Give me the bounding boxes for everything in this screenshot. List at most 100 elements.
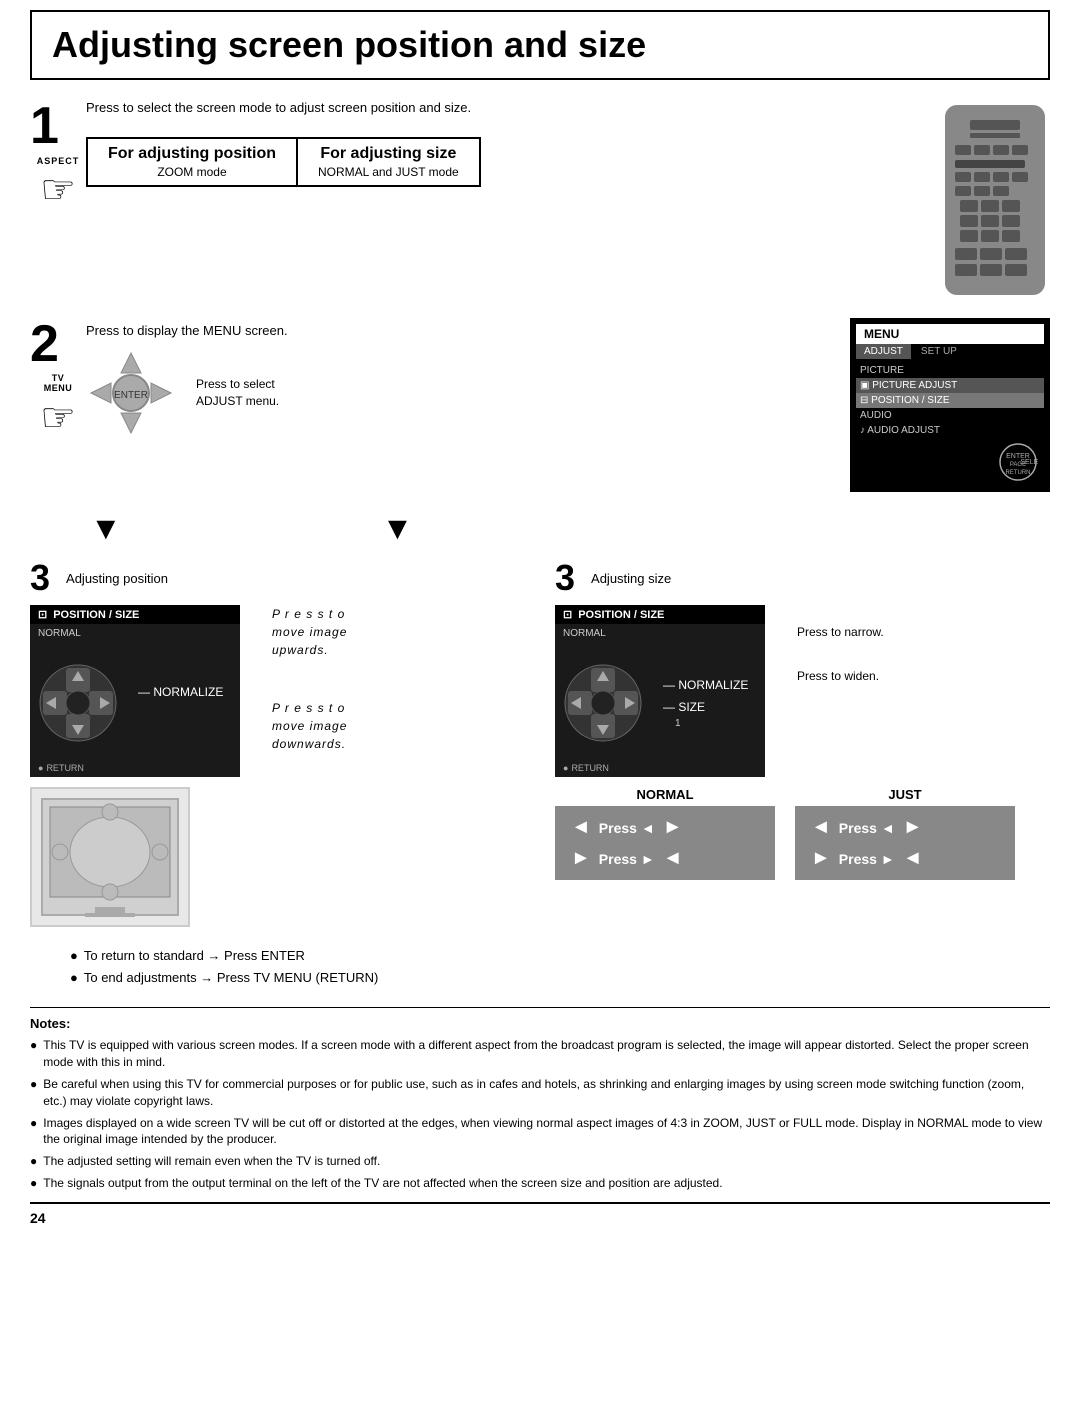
normal-label: NORMAL xyxy=(555,787,775,802)
position-screen: ⊡ POSITION / SIZE NORMAL xyxy=(30,605,240,777)
position-screen-header: ⊡ POSITION / SIZE xyxy=(30,605,240,624)
tips-section: ● To return to standard → Press ENTER ● … xyxy=(70,947,1050,987)
menu-tab-adjust: ADJUST xyxy=(856,344,911,359)
tip-1: ● To return to standard → Press ENTER xyxy=(70,947,1050,965)
normal-just-row: NORMAL ◄ Press ◄ ► ► Press ► ◄ xyxy=(555,787,1050,880)
menu-controls: ENTER PAGE RETURN SELECT xyxy=(856,438,1044,486)
step3-size-number: 3 xyxy=(555,557,575,599)
step-2-number: 2 xyxy=(30,318,70,370)
size-dpad-icon xyxy=(563,663,643,743)
position-screen-title: ⊡ xyxy=(38,608,47,621)
svg-text:RETURN: RETURN xyxy=(1006,470,1031,476)
page-title: Adjusting screen position and size xyxy=(52,24,1028,66)
remote-image xyxy=(940,100,1050,300)
page-number: 24 xyxy=(30,1210,46,1226)
step-2-content: Press to display the MENU screen. ENTER xyxy=(86,318,1050,492)
step2-middle: Press to display the MENU screen. ENTER xyxy=(86,318,830,438)
note-bullet-4: ● xyxy=(30,1153,37,1170)
size-label: — SIZE xyxy=(663,700,748,714)
press-text-1: Press ◄ xyxy=(599,820,655,836)
note-3: ● Images displayed on a wide screen TV w… xyxy=(30,1115,1050,1149)
just-col: JUST ◄ Press ◄ ► ► Press ► ◄ xyxy=(795,787,1015,880)
step3-size-col: 3 Adjusting size ⊡ POSITION / SIZE NORMA… xyxy=(555,557,1050,880)
note-5: ● The signals output from the output ter… xyxy=(30,1175,1050,1192)
step3-size-body: ⊡ POSITION / SIZE NORMAL xyxy=(555,605,1050,777)
press-text-4: Press ► xyxy=(839,851,895,867)
dpad-icon: ENTER xyxy=(86,348,176,438)
select-adjust-label: Press to select ADJUST menu. xyxy=(196,376,279,410)
note-bullet-3: ● xyxy=(30,1115,37,1149)
step3-position-label: Adjusting position xyxy=(66,571,168,586)
note-text-3: Images displayed on a wide screen TV wil… xyxy=(43,1115,1050,1149)
notes-section: Notes: ● This TV is equipped with variou… xyxy=(30,1007,1050,1191)
arrow-left-4: ◄ xyxy=(903,847,923,870)
select-adjust-text: Press to select ADJUST menu. xyxy=(196,377,279,408)
just-label: JUST xyxy=(795,787,1015,802)
menu-tab-setup: SET UP xyxy=(913,344,965,359)
size-screen-body: — NORMALIZE — SIZE 1 xyxy=(555,643,765,763)
note-2: ● Be careful when using this TV for comm… xyxy=(30,1076,1050,1110)
tip-bullet-2: ● xyxy=(70,969,78,987)
menu-item-audio: AUDIO xyxy=(856,408,1044,423)
notes-title: Notes: xyxy=(30,1016,1050,1031)
position-mode-sub: ZOOM mode xyxy=(108,165,276,179)
size-screen-icon: ⊡ xyxy=(563,608,572,621)
size-mode-box: For adjusting size NORMAL and JUST mode xyxy=(298,137,481,187)
step3-position-head: 3 Adjusting position xyxy=(30,557,525,599)
step3-position-body: ⊡ POSITION / SIZE NORMAL xyxy=(30,605,525,777)
normalize-label: — NORMALIZE xyxy=(138,685,223,699)
note-4: ● The adjusted setting will remain even … xyxy=(30,1153,1050,1170)
tip-text-2: To end adjustments → Press TV MENU (RETU… xyxy=(84,969,379,987)
arrow-left-2: ◄ xyxy=(663,847,683,870)
arrow-right-3: ► xyxy=(903,816,923,839)
hand-press-icon-2: ☞ xyxy=(40,398,76,438)
svg-text:ENTER: ENTER xyxy=(114,390,148,401)
screen-item-normal: NORMAL xyxy=(30,624,240,643)
menu-screen: MENU ADJUST SET UP PICTURE ▣ PICTURE ADJ… xyxy=(850,318,1050,492)
normal-col: NORMAL ◄ Press ◄ ► ► Press ► ◄ xyxy=(555,787,775,880)
step1-instruction: Press to select the screen mode to adjus… xyxy=(86,100,910,115)
press-text-2: Press ► xyxy=(599,851,655,867)
press-widen-label: Press to widen. xyxy=(797,669,884,683)
step-2: 2 TVMENU ☞ Press to display the MENU scr… xyxy=(30,318,1050,492)
position-return: ● RETURN xyxy=(30,763,240,777)
down-arrow-right: ▼ xyxy=(382,510,414,547)
normalize-label-2: — NORMALIZE xyxy=(663,678,748,692)
press-row-1-just: ◄ Press ◄ ► xyxy=(811,816,999,839)
step-1-content: Press to select the screen mode to adjus… xyxy=(86,100,1050,300)
size-return: ● RETURN xyxy=(555,763,765,777)
arrow-right-1: ► xyxy=(663,816,683,839)
note-text-5: The signals output from the output termi… xyxy=(43,1175,722,1192)
step3-position-number: 3 xyxy=(30,557,50,599)
normal-press-box: ◄ Press ◄ ► ► Press ► ◄ xyxy=(555,806,775,880)
menu-item-position-size: ⊟ POSITION / SIZE xyxy=(856,393,1044,408)
press-up-label: P r e s s t o move image upwards. xyxy=(272,605,347,659)
aspect-label: ASPECT xyxy=(37,156,80,166)
screen-item-normal-2: NORMAL xyxy=(555,624,765,643)
step3-position-col: 3 Adjusting position ⊡ POSITION / SIZE N… xyxy=(30,557,525,927)
note-bullet-5: ● xyxy=(30,1175,37,1192)
size-right-labels: — NORMALIZE — SIZE 1 xyxy=(663,678,748,729)
size-mode-sub: NORMAL and JUST mode xyxy=(318,165,459,179)
mode-boxes: For adjusting position ZOOM mode For adj… xyxy=(86,137,910,187)
down-arrows: ▼ ▼ xyxy=(30,510,1050,547)
arrow-left-3: ◄ xyxy=(811,816,831,839)
step3-size-head: 3 Adjusting size xyxy=(555,557,1050,599)
note-bullet-1: ● xyxy=(30,1037,37,1071)
svg-text:SELECT: SELECT xyxy=(1020,459,1038,466)
tip-bullet-1: ● xyxy=(70,947,78,965)
note-text-1: This TV is equipped with various screen … xyxy=(43,1037,1050,1071)
menu-item-audio-adjust: ♪ AUDIO ADJUST xyxy=(856,423,1044,438)
press-row-1-normal: ◄ Press ◄ ► xyxy=(571,816,759,839)
press-move-labels: P r e s s t o move image upwards. P r e … xyxy=(272,605,347,753)
press-row-2-just: ► Press ► ◄ xyxy=(811,847,999,870)
hand-press-icon: ☞ xyxy=(40,170,76,210)
arrow-left-1: ◄ xyxy=(571,816,591,839)
position-mode-box: For adjusting position ZOOM mode xyxy=(86,137,298,187)
press-narrow-label: Press to narrow. xyxy=(797,625,884,639)
size-value: 1 xyxy=(675,718,748,729)
step3-row: 3 Adjusting position ⊡ POSITION / SIZE N… xyxy=(30,557,1050,927)
press-narrow-wide-labels: Press to narrow. Press to widen. xyxy=(797,605,884,683)
position-screen-body: — NORMALIZE xyxy=(30,643,240,763)
note-text-2: Be careful when using this TV for commer… xyxy=(43,1076,1050,1110)
